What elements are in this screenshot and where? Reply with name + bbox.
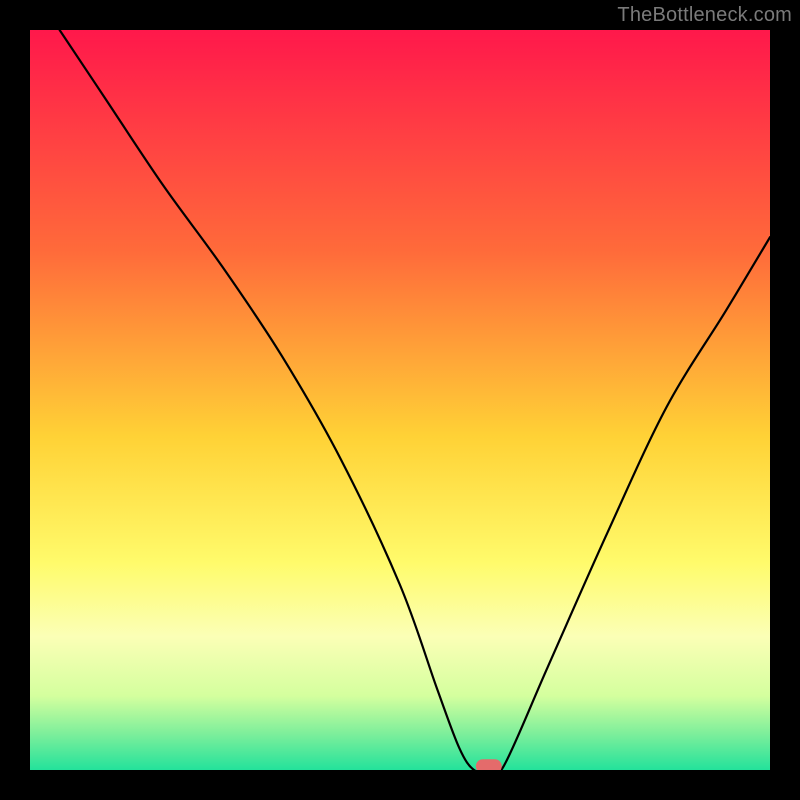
gradient-background xyxy=(30,30,770,770)
chart-container: { "watermark": "TheBottleneck.com", "cha… xyxy=(0,0,800,800)
bottleneck-chart xyxy=(0,0,800,800)
watermark-text: TheBottleneck.com xyxy=(617,4,792,27)
optimal-marker xyxy=(476,759,502,773)
